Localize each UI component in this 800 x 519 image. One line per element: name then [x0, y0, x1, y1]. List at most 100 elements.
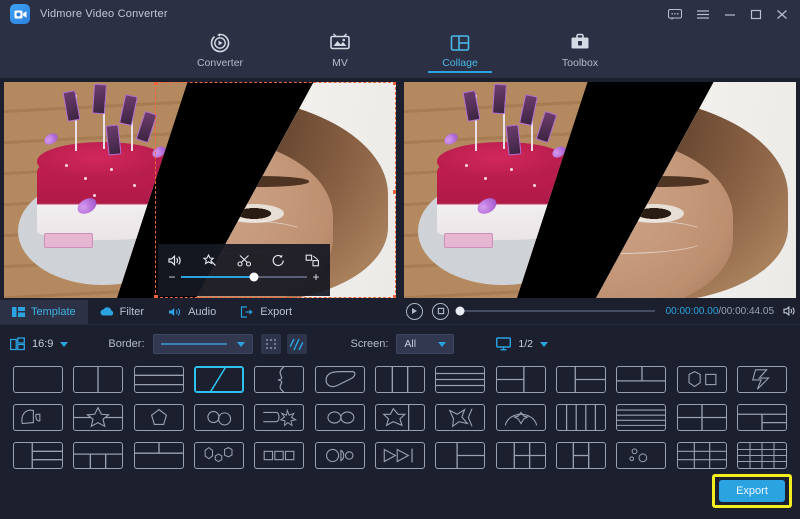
nav-tab-toolbox[interactable]: Toolbox — [540, 28, 620, 69]
aspect-ratio-selector[interactable]: 16:9 — [9, 337, 69, 351]
template-item[interactable] — [676, 365, 727, 393]
screen-value: All — [404, 338, 417, 350]
app-logo — [10, 4, 30, 24]
template-item[interactable] — [435, 403, 486, 431]
nav-tab-mv[interactable]: MV — [300, 28, 380, 69]
cake-image-result — [404, 82, 588, 298]
template-item-selected[interactable] — [194, 365, 245, 393]
template-item[interactable] — [495, 365, 546, 393]
collage-result — [404, 82, 796, 298]
stop-button[interactable] — [432, 302, 449, 320]
video-camera-icon — [14, 9, 27, 20]
template-item[interactable] — [314, 403, 365, 431]
template-item[interactable] — [133, 441, 184, 469]
border-label: Border: — [108, 338, 145, 350]
playback-progress[interactable] — [455, 306, 655, 316]
magic-wand-icon[interactable] — [202, 253, 217, 267]
nav-label: MV — [332, 57, 348, 69]
screen-label: Screen: — [350, 338, 389, 350]
volume-icon[interactable] — [168, 254, 183, 267]
template-item[interactable] — [736, 365, 787, 393]
template-item[interactable] — [736, 403, 787, 431]
play-button[interactable] — [406, 302, 423, 320]
player-controls: 00:00:00.00/00:00:44.05 — [406, 298, 798, 324]
template-item[interactable] — [133, 403, 184, 431]
menu-icon[interactable] — [696, 9, 710, 20]
template-item[interactable] — [495, 403, 546, 431]
scissors-icon[interactable] — [236, 254, 252, 267]
border-dots-button[interactable] — [260, 334, 281, 354]
template-item[interactable] — [374, 403, 425, 431]
zoom-track[interactable] — [181, 272, 307, 282]
template-item[interactable] — [616, 403, 667, 431]
border-style-select[interactable] — [152, 334, 253, 354]
template-item[interactable] — [435, 441, 486, 469]
clip-toolbar[interactable]: − + — [158, 244, 330, 296]
template-item[interactable] — [676, 403, 727, 431]
template-item[interactable] — [314, 441, 365, 469]
template-item[interactable] — [254, 441, 305, 469]
template-item[interactable] — [133, 365, 184, 393]
preview-area — [0, 78, 800, 302]
clip-zoom-slider[interactable]: − + — [168, 270, 320, 284]
tab-export[interactable]: Export — [228, 300, 304, 324]
page-selector[interactable]: 1/2 — [496, 337, 549, 351]
template-item[interactable] — [254, 365, 305, 393]
template-item[interactable] — [13, 403, 64, 431]
speaker-icon[interactable] — [783, 305, 798, 317]
template-item[interactable] — [13, 441, 64, 469]
template-item[interactable] — [676, 441, 727, 469]
tab-template[interactable]: Template — [0, 300, 88, 324]
mv-icon — [329, 32, 351, 54]
playhead[interactable] — [455, 306, 465, 316]
maximize-icon[interactable] — [750, 9, 762, 20]
screen-select[interactable]: All — [396, 334, 455, 354]
feedback-icon[interactable] — [668, 8, 682, 20]
audio-icon — [168, 306, 182, 318]
zoom-knob[interactable] — [249, 272, 259, 282]
template-item[interactable] — [374, 441, 425, 469]
chevron-down-icon[interactable] — [236, 341, 245, 347]
crop-icon[interactable] — [305, 254, 320, 267]
nav-tab-converter[interactable]: Converter — [180, 28, 260, 69]
template-grid — [0, 360, 800, 475]
result-preview[interactable] — [404, 82, 796, 298]
template-icon — [12, 306, 25, 318]
export-button[interactable]: Export — [719, 480, 785, 502]
total-time: 00:00:44.05 — [721, 305, 774, 317]
zoom-in-button[interactable]: + — [312, 270, 320, 284]
template-item[interactable] — [13, 365, 64, 393]
tab-filter[interactable]: Filter — [88, 300, 156, 324]
template-item[interactable] — [435, 365, 486, 393]
app-window: Vidmore Video Converter Converter MV Col… — [0, 0, 800, 519]
rotate-icon[interactable] — [271, 254, 286, 267]
zoom-out-button[interactable]: − — [168, 270, 176, 284]
template-item[interactable] — [616, 365, 667, 393]
close-icon[interactable] — [776, 9, 788, 20]
template-item[interactable] — [73, 403, 124, 431]
template-item[interactable] — [73, 441, 124, 469]
nav-tab-collage[interactable]: Collage — [420, 28, 500, 73]
template-item[interactable] — [555, 365, 606, 393]
template-item[interactable] — [194, 441, 245, 469]
edit-tabs: Template Filter Audio Export — [0, 300, 400, 324]
toolbar-divider — [0, 324, 800, 325]
collage-icon — [449, 32, 471, 54]
tab-audio[interactable]: Audio — [156, 300, 228, 324]
template-item[interactable] — [616, 441, 667, 469]
monitor-icon — [496, 337, 512, 351]
template-item[interactable] — [555, 403, 606, 431]
border-stripes-button[interactable] — [286, 334, 307, 354]
template-item[interactable] — [314, 365, 365, 393]
template-item[interactable] — [194, 403, 245, 431]
minimize-icon[interactable] — [724, 9, 736, 20]
template-item[interactable] — [495, 441, 546, 469]
template-item[interactable] — [374, 365, 425, 393]
chevron-down-icon[interactable] — [60, 341, 69, 347]
template-item[interactable] — [555, 441, 606, 469]
template-item[interactable] — [73, 365, 124, 393]
chevron-down-icon[interactable] — [438, 341, 447, 347]
template-item[interactable] — [736, 441, 787, 469]
template-item[interactable] — [254, 403, 305, 431]
chevron-down-icon[interactable] — [540, 341, 549, 347]
